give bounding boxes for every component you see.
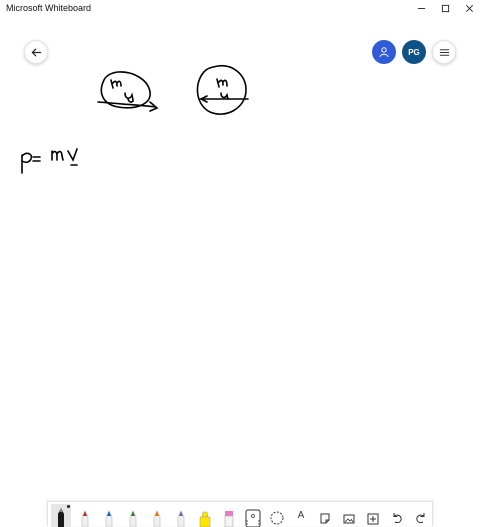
- close-icon: [465, 4, 473, 12]
- pen-icon: [58, 508, 64, 527]
- hamburger-menu-icon: [439, 48, 449, 56]
- close-button[interactable]: [458, 0, 480, 16]
- maximize-button[interactable]: [434, 0, 456, 16]
- text-tool[interactable]: A: [291, 504, 311, 527]
- pen-purple-tool[interactable]: [171, 504, 191, 527]
- ruler-tool[interactable]: [243, 504, 263, 527]
- maximize-icon: [441, 4, 449, 12]
- pen-icon: [105, 510, 113, 527]
- window-title: Microsoft Whiteboard: [6, 3, 92, 13]
- whiteboard-canvas[interactable]: [0, 16, 480, 500]
- highlighter-icon: [199, 511, 211, 527]
- pen-settings-dot: [67, 505, 70, 508]
- redo-button[interactable]: [411, 504, 431, 527]
- pen-red-tool[interactable]: [75, 504, 95, 527]
- lasso-icon: [270, 511, 284, 525]
- redo-icon: [416, 513, 425, 524]
- arrow-left-icon: [31, 47, 41, 57]
- avatar[interactable]: PG: [402, 40, 426, 64]
- note-icon: [320, 513, 330, 524]
- eraser-tool[interactable]: [219, 504, 239, 527]
- invite-button[interactable]: [372, 40, 396, 64]
- ink-sketch-ball-2: [196, 65, 249, 115]
- person-icon: [379, 47, 389, 58]
- avatar-initials: PG: [408, 47, 420, 57]
- highlighter-tool[interactable]: [195, 504, 215, 527]
- ruler-icon: [245, 509, 261, 527]
- pen-icon: [153, 510, 161, 527]
- image-icon: [343, 514, 355, 524]
- title-bar: Microsoft Whiteboard: [0, 0, 480, 16]
- image-tool[interactable]: [339, 504, 359, 527]
- inking-toolbar: A: [47, 501, 433, 527]
- pen-icon: [177, 510, 185, 527]
- pen-blue-tool[interactable]: [99, 504, 119, 527]
- pen-icon: [81, 510, 89, 527]
- settings-menu-button[interactable]: [432, 40, 456, 64]
- lasso-tool[interactable]: [267, 504, 287, 527]
- plus-box-icon: [367, 513, 379, 525]
- insert-tool[interactable]: [363, 504, 383, 527]
- pen-green-tool[interactable]: [123, 504, 143, 527]
- eraser-icon: [224, 511, 234, 527]
- back-button[interactable]: [24, 40, 48, 64]
- sticky-note-tool[interactable]: [315, 504, 335, 527]
- ink-sketch-ball-1: [97, 71, 159, 112]
- minimize-button[interactable]: [410, 0, 432, 16]
- ink-equation: [21, 148, 78, 174]
- pen-orange-tool[interactable]: [147, 504, 167, 527]
- undo-icon: [393, 513, 402, 524]
- undo-button[interactable]: [387, 504, 407, 527]
- minimize-icon: [417, 7, 425, 9]
- text-icon: A: [297, 510, 305, 521]
- pen-icon: [129, 510, 137, 527]
